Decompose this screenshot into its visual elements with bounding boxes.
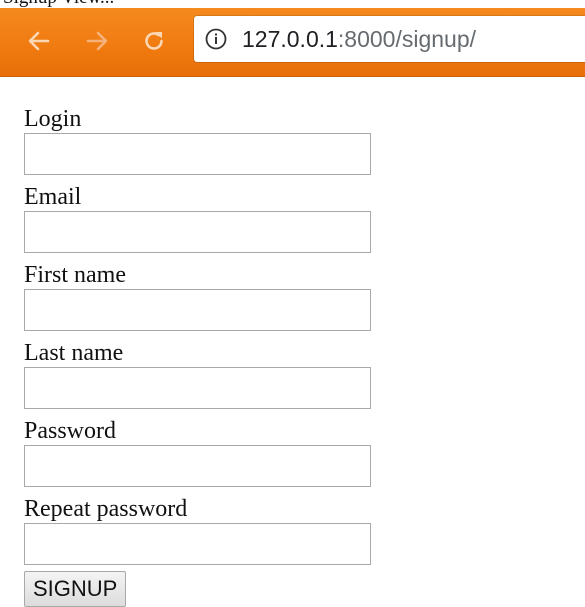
info-icon[interactable] — [204, 27, 228, 51]
tab-title[interactable]: Signup View... — [3, 0, 114, 8]
tab-strip: Signup View... — [0, 0, 585, 8]
first-name-field[interactable] — [24, 289, 371, 331]
password-label: Password — [24, 418, 117, 444]
last-name-field[interactable] — [24, 367, 371, 409]
forward-arrow-icon[interactable] — [84, 28, 110, 54]
signup-form: Login Email First name Last name Passwor… — [24, 105, 384, 607]
url-host: 127.0.0.1 — [242, 26, 338, 52]
url-path: :8000/signup/ — [337, 26, 477, 52]
first-name-label: First name — [24, 262, 126, 288]
email-label: Email — [24, 184, 82, 210]
signup-button[interactable]: SIGNUP — [24, 571, 127, 607]
repeat-password-field[interactable] — [24, 523, 371, 565]
login-label: Login — [24, 106, 82, 132]
url-text[interactable]: 127.0.0.1:8000/signup/ — [242, 25, 476, 53]
browser-toolbar: 127.0.0.1:8000/signup/ — [0, 8, 585, 77]
email-field[interactable] — [24, 211, 371, 253]
login-field[interactable] — [24, 133, 371, 175]
address-bar[interactable]: 127.0.0.1:8000/signup/ — [194, 16, 585, 62]
back-arrow-icon[interactable] — [26, 28, 52, 54]
password-field[interactable] — [24, 445, 371, 487]
reload-icon[interactable] — [141, 28, 167, 54]
repeat-password-label: Repeat password — [24, 496, 188, 522]
last-name-label: Last name — [24, 340, 124, 366]
